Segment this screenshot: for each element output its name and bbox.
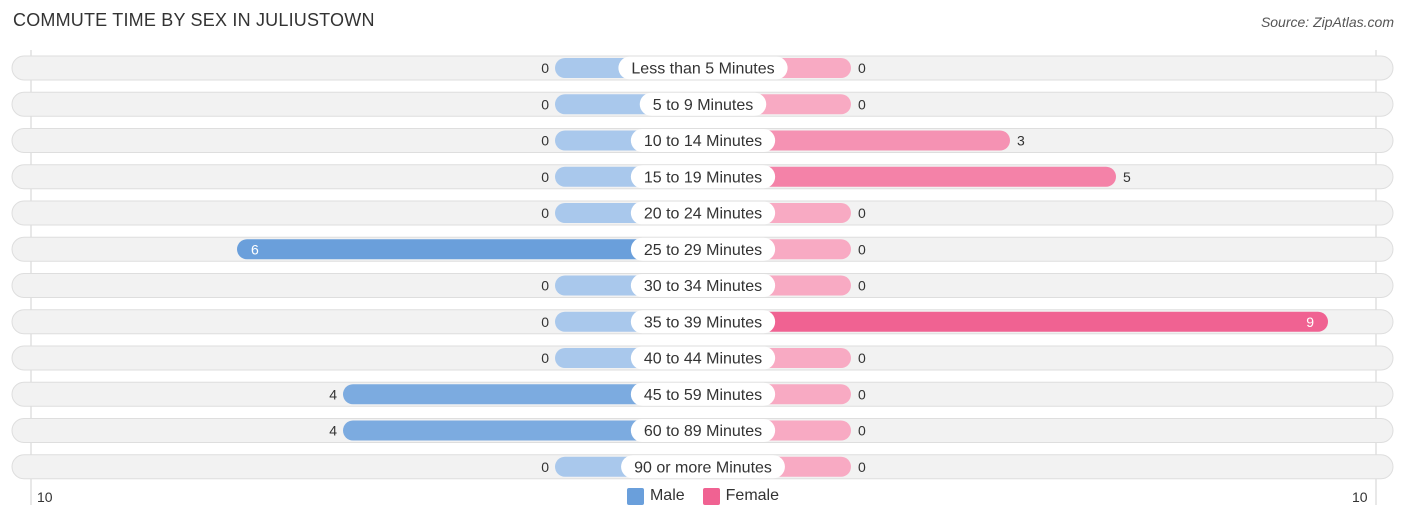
category-label: Less than 5 Minutes <box>631 61 774 78</box>
male-value-label: 4 <box>329 423 337 439</box>
category-label: 10 to 14 Minutes <box>644 133 762 150</box>
category-label: 40 to 44 Minutes <box>644 351 762 368</box>
male-value-label: 4 <box>329 386 337 402</box>
female-value-label: 0 <box>858 423 866 439</box>
female-value-label: 0 <box>858 386 866 402</box>
legend: Male Female <box>0 487 1406 505</box>
category-label: 20 to 24 Minutes <box>644 206 762 223</box>
male-value-label: 6 <box>251 241 259 257</box>
category-label: 60 to 89 Minutes <box>644 423 762 440</box>
legend-item-male[interactable]: Male <box>626 487 685 505</box>
female-value-label: 5 <box>1123 169 1131 185</box>
category-label: 45 to 59 Minutes <box>644 387 762 404</box>
legend-swatch-male <box>626 487 644 505</box>
legend-item-female[interactable]: Female <box>702 487 780 505</box>
category-label: 90 or more Minutes <box>634 459 772 476</box>
legend-label-female: Female <box>725 487 780 504</box>
legend-swatch-female <box>702 487 720 505</box>
female-bar <box>703 311 1328 332</box>
legend-label-male: Male <box>649 487 685 504</box>
category-label: 30 to 34 Minutes <box>644 278 762 295</box>
male-value-label: 0 <box>541 133 549 149</box>
female-value-label: 0 <box>858 350 866 366</box>
female-value-label: 0 <box>858 96 866 112</box>
male-value-label: 0 <box>541 60 549 76</box>
female-value-label: 0 <box>858 278 866 294</box>
female-value-label: 0 <box>858 459 866 475</box>
female-value-label: 0 <box>858 241 866 257</box>
female-value-label: 3 <box>1017 133 1025 149</box>
male-value-label: 0 <box>541 459 549 475</box>
male-value-label: 0 <box>541 96 549 112</box>
female-value-label: 0 <box>858 205 866 221</box>
male-value-label: 0 <box>541 314 549 330</box>
male-value-label: 0 <box>541 169 549 185</box>
category-label: 15 to 19 Minutes <box>644 169 762 186</box>
female-value-label: 9 <box>1306 314 1314 330</box>
male-value-label: 0 <box>541 205 549 221</box>
male-value-label: 0 <box>541 278 549 294</box>
male-value-label: 0 <box>541 350 549 366</box>
chart-area: Less than 5 Minutes 0 0 5 to 9 Minutes 0 0 10 … <box>11 50 1394 505</box>
category-label: 35 to 39 Minutes <box>644 314 762 331</box>
category-label: 5 to 9 Minutes <box>653 97 754 114</box>
category-label: 25 to 29 Minutes <box>644 242 762 259</box>
female-value-label: 0 <box>858 60 866 76</box>
